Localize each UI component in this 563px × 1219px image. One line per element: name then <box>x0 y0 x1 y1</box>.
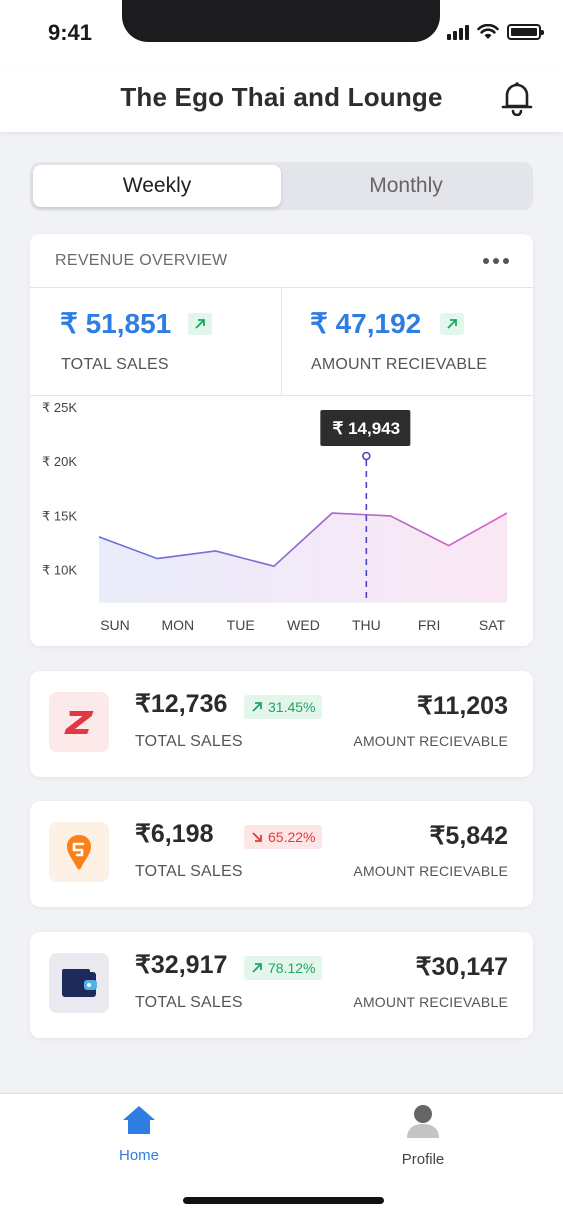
tab-profile-label: Profile <box>401 1151 445 1168</box>
x-tick-label: MON <box>161 617 194 633</box>
x-tick-label: THU <box>352 617 381 633</box>
platform-receivable-label: AMOUNT RECIEVABLE <box>353 863 508 879</box>
change-value: 31.45% <box>268 699 316 715</box>
restaurant-title: The Ego Thai and Lounge <box>120 82 443 112</box>
cellular-signal-icon <box>447 24 469 40</box>
tooltip-value: ₹ 14,943 <box>333 419 401 438</box>
platform-receivable-value: ₹5,842 <box>429 822 508 850</box>
zomato-icon <box>49 692 109 752</box>
y-tick-label: ₹ 10K <box>42 562 77 577</box>
home-icon <box>123 1106 155 1134</box>
tab-home-label: Home <box>118 1147 159 1164</box>
x-tick-label: SUN <box>100 617 130 633</box>
platform-receivable-label: AMOUNT RECIEVABLE <box>353 733 508 749</box>
swiggy-icon <box>49 822 109 882</box>
change-badge: 65.22% <box>244 825 323 849</box>
trend-down-icon <box>252 832 262 842</box>
status-time: 9:41 <box>48 20 93 45</box>
home-indicator <box>183 1197 384 1204</box>
platform-card-wallet[interactable]: ₹32,917 78.12% TOTAL SALES ₹30,147 AMOUN… <box>30 932 533 1038</box>
revenue-overview-card: REVENUE OVERVIEW ₹ 51,851 TOTAL SALES ₹ … <box>30 234 533 646</box>
device-notch <box>122 0 440 42</box>
x-tick-label: TUE <box>227 617 255 633</box>
platform-sales-label: TOTAL SALES <box>135 994 243 1011</box>
status-icons <box>447 24 544 40</box>
tab-home[interactable]: Home <box>79 1104 199 1164</box>
x-tick-label: SAT <box>479 617 506 633</box>
change-value: 78.12% <box>268 960 316 976</box>
y-tick-label: ₹ 25K <box>42 400 77 415</box>
wallet-icon <box>49 953 109 1013</box>
wifi-icon <box>477 24 499 39</box>
platform-sales-value: ₹32,917 <box>135 951 228 979</box>
app-header: The Ego Thai and Lounge <box>0 66 563 132</box>
tab-monthly[interactable]: Monthly <box>282 165 530 207</box>
change-badge: 31.45% <box>244 695 323 719</box>
change-badge: 78.12% <box>244 956 323 980</box>
platform-card-zomato[interactable]: ₹12,736 31.45% TOTAL SALES ₹11,203 AMOUN… <box>30 671 533 777</box>
platform-sales-label: TOTAL SALES <box>135 863 243 880</box>
change-value: 65.22% <box>268 829 316 845</box>
bell-icon[interactable] <box>500 80 534 116</box>
chart-tooltip: ₹ 14,943 <box>320 410 411 446</box>
tab-weekly[interactable]: Weekly <box>33 165 281 207</box>
platform-receivable-value: ₹11,203 <box>417 692 508 720</box>
x-tick-label: WED <box>287 617 320 633</box>
platform-sales-value: ₹6,198 <box>135 820 214 848</box>
platform-card-swiggy[interactable]: ₹6,198 65.22% TOTAL SALES ₹5,842 AMOUNT … <box>30 801 533 907</box>
period-toggle: Weekly Monthly <box>30 162 533 210</box>
platform-receivable-label: AMOUNT RECIEVABLE <box>353 994 508 1010</box>
x-tick-label: FRI <box>418 617 441 633</box>
tab-profile[interactable]: Profile <box>363 1104 483 1168</box>
revenue-chart: ₹ 25K ₹ 20K ₹ 15K ₹ 10K ₹ 14,943 SUN MON TUE W… <box>42 400 508 633</box>
trend-up-icon <box>252 963 262 973</box>
profile-icon <box>407 1105 439 1138</box>
y-tick-label: ₹ 15K <box>42 508 77 523</box>
platform-sales-value: ₹12,736 <box>135 690 228 718</box>
battery-icon <box>507 24 544 40</box>
status-bar: 9:41 <box>0 0 563 66</box>
platform-receivable-value: ₹30,147 <box>415 953 508 981</box>
trend-up-icon <box>252 702 262 712</box>
highlight-point[interactable] <box>362 451 371 461</box>
platform-sales-label: TOTAL SALES <box>135 733 243 750</box>
y-tick-label: ₹ 20K <box>42 454 77 469</box>
